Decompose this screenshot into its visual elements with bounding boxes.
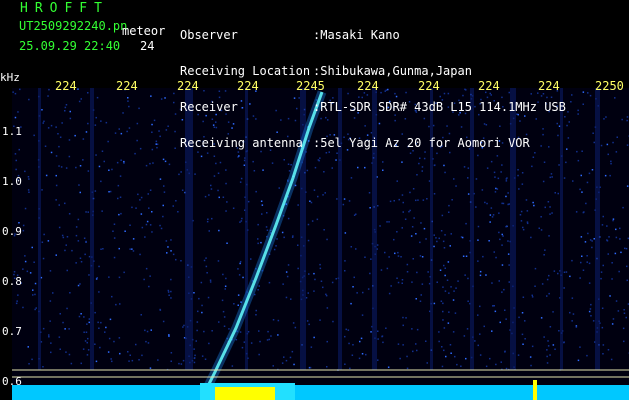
y-tick: 0.8 [2,275,22,288]
x-tick: 224 [116,79,138,93]
meteor-label: meteor [122,24,166,38]
meteor-count: 24 [140,39,155,53]
location-label: Receiving Location [180,64,311,78]
receiver-label: Receiver [180,100,238,114]
x-tick: 224 [357,79,379,93]
y-tick: 1.0 [2,175,22,188]
antenna-value: :5el Yagi Az 20 for Aomori VOR [313,136,530,150]
x-tick: 2245 [296,79,325,93]
x-tick: 224 [177,79,199,93]
receiver-value: :RTL-SDR SDR# 43dB L15 114.1MHz USB [313,100,566,114]
y-tick: 0.6 [2,375,22,388]
observer-value: :Masaki Kano [313,28,400,42]
y-tick: 1.1 [2,125,22,138]
filename: UT2509292240.pn [19,19,128,33]
x-tick: 2250 [595,79,624,93]
y-tick: 0.9 [2,225,22,238]
x-tick: 224 [55,79,77,93]
timestamp: 25.09.29 22:40 [19,39,121,53]
antenna-label: Receiving antenna [180,136,303,150]
x-tick: 224 [538,79,560,93]
x-tick: 224 [478,79,500,93]
brand-title: HROFFT [20,1,109,16]
observer-label: Observer [180,28,238,42]
y-tick: 0.7 [2,325,22,338]
location-value: :Shibukawa,Gunma,Japan [313,64,472,78]
x-tick: 224 [418,79,440,93]
y-axis-unit: kHz [0,71,20,84]
x-tick: 224 [237,79,259,93]
